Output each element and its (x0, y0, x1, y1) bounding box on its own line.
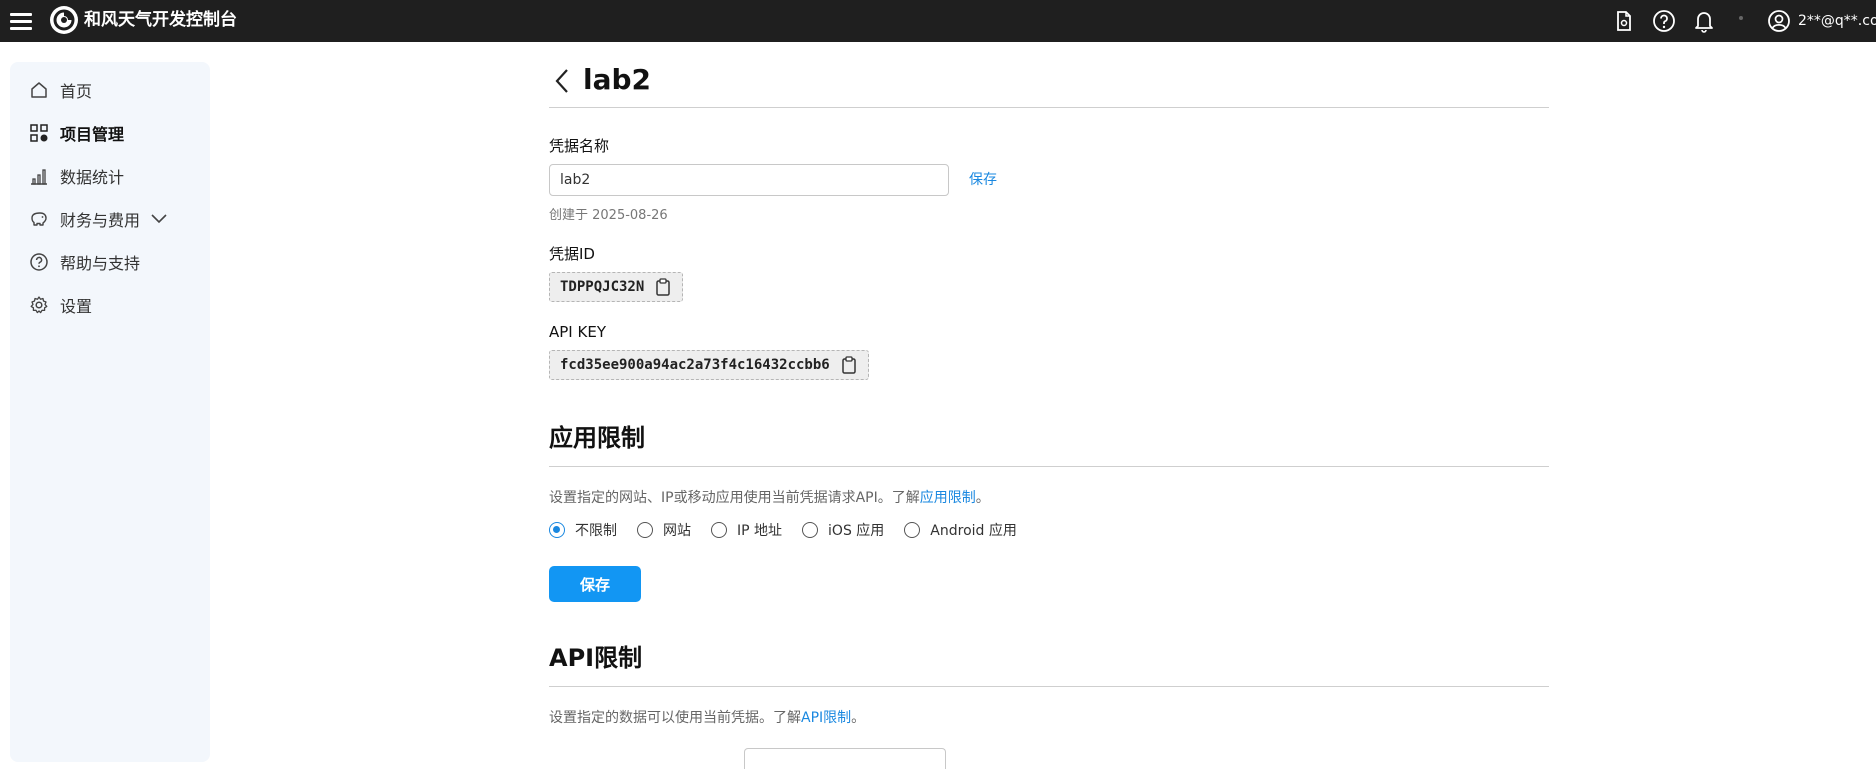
radio-website[interactable]: 网站 (637, 520, 691, 540)
user-avatar-icon[interactable] (1764, 6, 1794, 36)
sidebar-item-statistics[interactable]: 数据统计 (10, 158, 210, 194)
brand-title[interactable]: 和风天气开发控制台 (84, 8, 237, 32)
piggy-bank-icon (28, 208, 50, 230)
sidebar-item-label: 财务与费用 (60, 211, 141, 230)
radio-label: 不限制 (575, 523, 617, 539)
menu-icon[interactable] (8, 8, 34, 34)
save-name-link[interactable]: 保存 (969, 170, 997, 190)
api-key-label: API KEY (549, 323, 606, 341)
sidebar-item-finance[interactable]: 财务与费用 (10, 201, 210, 237)
copy-icon[interactable] (840, 356, 858, 374)
credential-name-input[interactable] (549, 164, 949, 196)
api-restriction-description: 设置指定的数据可以使用当前凭据。了解API限制。 (549, 708, 865, 728)
radio-android-app[interactable]: Android 应用 (904, 520, 1017, 540)
app-restriction-heading: 应用限制 (549, 424, 645, 452)
api-restriction-heading: API限制 (549, 644, 643, 672)
radio-circle[interactable] (637, 522, 653, 538)
back-arrow-icon[interactable] (549, 64, 575, 98)
question-circle-icon (28, 251, 50, 273)
sidebar-item-settings[interactable]: 设置 (10, 287, 210, 323)
radio-label: 网站 (663, 523, 691, 539)
app-restriction-description: 设置指定的网站、IP或移动应用使用当前凭据请求API。了解应用限制。 (549, 488, 990, 508)
user-account[interactable]: 2**@q**.com (1798, 10, 1876, 32)
chevron-down-icon[interactable] (150, 213, 168, 225)
bar-chart-icon (28, 165, 50, 187)
sidebar-item-label: 数据统计 (60, 168, 125, 187)
description-end: 。 (851, 710, 866, 726)
bell-icon[interactable] (1689, 6, 1719, 36)
radio-label: IP 地址 (737, 523, 783, 539)
restriction-radio-group: 不限制 网站 IP 地址 iOS 应用 Android 应用 (549, 518, 1037, 542)
radio-label: Android 应用 (930, 523, 1017, 539)
api-key-value: fcd35ee900a94ac2a73f4c16432ccbb6 (560, 357, 830, 373)
credential-id-box: TDPPQJC32N (549, 272, 684, 302)
description-end: 。 (975, 490, 990, 506)
radio-ip-address[interactable]: IP 地址 (711, 520, 782, 540)
credential-id-value: TDPPQJC32N (560, 279, 645, 295)
divider (549, 466, 1549, 467)
radio-circle[interactable] (904, 522, 921, 538)
radio-label: iOS 应用 (828, 523, 885, 539)
divider (549, 686, 1549, 687)
doc-icon[interactable] (1609, 6, 1639, 36)
api-select-input[interactable] (744, 748, 946, 769)
radio-circle[interactable] (802, 522, 819, 538)
help-icon[interactable] (1649, 6, 1679, 36)
description-text: 设置指定的数据可以使用当前凭据。了解 (549, 710, 801, 726)
api-key-box: fcd35ee900a94ac2a73f4c16432ccbb6 (549, 350, 869, 380)
sidebar-item-label: 项目管理 (60, 125, 125, 144)
sidebar-item-label: 设置 (60, 297, 93, 316)
top-bar: 和风天气开发控制台 2**@q**.com (0, 0, 1876, 42)
app-restriction-link[interactable]: 应用限制 (920, 490, 976, 506)
copy-icon[interactable] (654, 278, 672, 296)
radio-ios-app[interactable]: iOS 应用 (802, 520, 884, 540)
credential-name-label: 凭据名称 (549, 137, 610, 155)
credential-id-label: 凭据ID (549, 245, 595, 263)
sidebar-item-home[interactable]: 首页 (10, 72, 210, 108)
created-date: 创建于 2025-08-26 (549, 208, 668, 223)
home-icon (28, 79, 50, 101)
sidebar-item-projects[interactable]: 项目管理 (10, 115, 210, 151)
save-restriction-button[interactable]: 保存 (549, 566, 641, 602)
radio-circle[interactable] (711, 522, 727, 538)
radio-unrestricted[interactable]: 不限制 (549, 520, 617, 540)
sidebar-item-help[interactable]: 帮助与支持 (10, 244, 210, 280)
divider (549, 107, 1549, 108)
brand-logo-icon (50, 6, 78, 34)
description-text: 设置指定的网站、IP或移动应用使用当前凭据请求API。了解 (549, 490, 920, 506)
sidebar-item-label: 首页 (60, 82, 93, 101)
grid-icon (28, 122, 50, 144)
gear-icon (28, 294, 50, 316)
separator-dot (1739, 16, 1743, 20)
page-title: lab2 (583, 63, 652, 96)
sidebar: 首页 项目管理 数据统计 财务与费用 帮助与支持 设置 (10, 62, 210, 762)
radio-circle[interactable] (549, 522, 565, 538)
api-restriction-link[interactable]: API限制 (801, 710, 851, 726)
sidebar-item-label: 帮助与支持 (60, 254, 141, 273)
